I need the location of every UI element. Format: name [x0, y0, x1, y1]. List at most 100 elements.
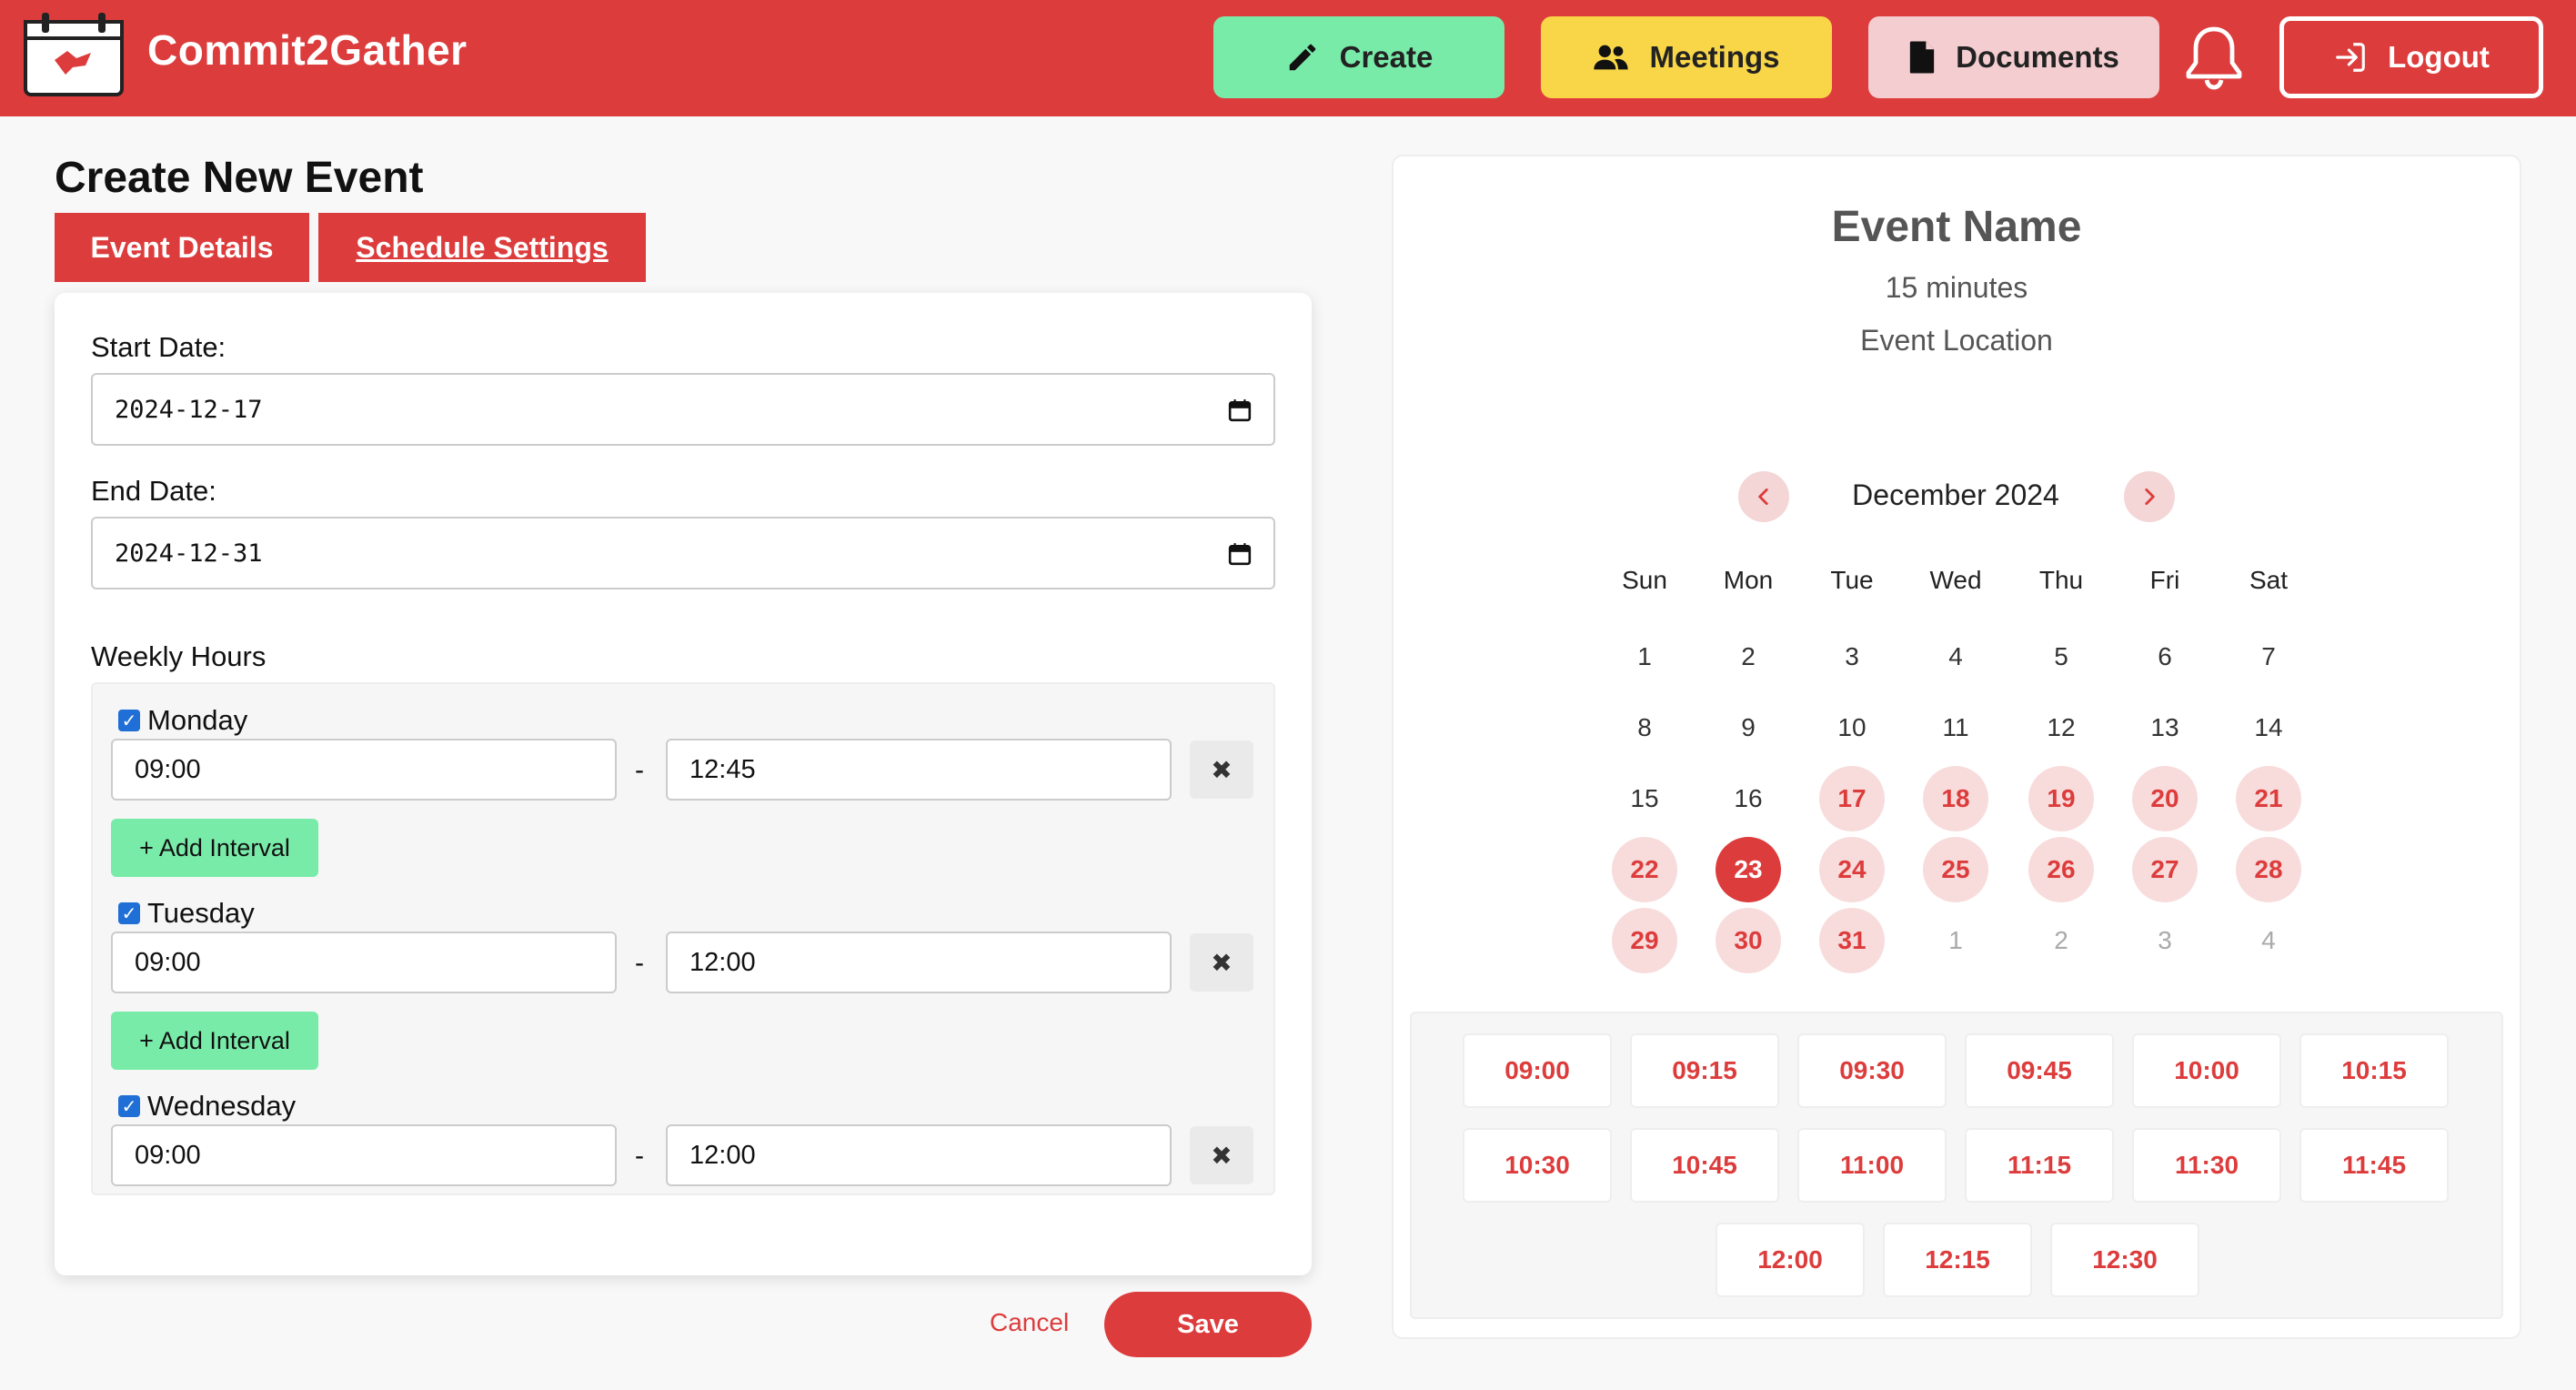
- calendar-day: 5: [2054, 642, 2068, 670]
- calendar-icon[interactable]: [1228, 398, 1252, 422]
- documents-label: Documents: [1956, 40, 2119, 74]
- calendar-day: 12: [2047, 713, 2076, 741]
- calendar-day[interactable]: 25: [1923, 837, 1988, 902]
- time-separator: -: [635, 948, 644, 978]
- calendar-day: 7: [2261, 642, 2276, 670]
- meetings-button[interactable]: Meetings: [1541, 16, 1832, 98]
- logout-button[interactable]: Logout: [2279, 16, 2543, 98]
- calendar-day[interactable]: 28: [2236, 837, 2301, 902]
- calendar-day[interactable]: 20: [2132, 766, 2198, 831]
- wednesday-to-input[interactable]: 12:00: [666, 1124, 1172, 1186]
- end-date-label: End Date:: [91, 475, 216, 507]
- time-slot-button[interactable]: 09:30: [1797, 1033, 1947, 1108]
- weekday-header: Fri: [2149, 566, 2180, 594]
- logout-label: Logout: [2388, 40, 2490, 74]
- time-slot-button[interactable]: 12:00: [1716, 1223, 1865, 1297]
- start-date-input[interactable]: 2024-12-17: [91, 373, 1275, 446]
- calendar-day: 13: [2150, 713, 2179, 741]
- cancel-button[interactable]: Cancel: [990, 1308, 1069, 1337]
- calendar-day: 10: [1837, 713, 1867, 741]
- calendar-day[interactable]: 21: [2236, 766, 2301, 831]
- chevron-left-icon: [1758, 489, 1768, 505]
- weekday-header: Sat: [2249, 566, 2289, 594]
- calendar-day[interactable]: 19: [2028, 766, 2094, 831]
- time-slot-button[interactable]: 09:45: [1965, 1033, 2114, 1108]
- users-icon: [1594, 45, 1629, 70]
- remove-interval-button[interactable]: ✖: [1190, 740, 1253, 799]
- remove-interval-button[interactable]: ✖: [1190, 1126, 1253, 1184]
- time-slot-button[interactable]: 10:15: [2299, 1033, 2449, 1108]
- page-title: Create New Event: [55, 154, 424, 202]
- add-interval-button[interactable]: + Add Interval: [111, 819, 318, 877]
- end-date-value: 2024-12-31: [115, 539, 263, 568]
- wednesday-checkbox[interactable]: ✓: [118, 1095, 140, 1117]
- time-slot-button[interactable]: 12:30: [2050, 1223, 2199, 1297]
- time-slot-button[interactable]: 12:15: [1883, 1223, 2032, 1297]
- document-icon: [1909, 41, 1935, 74]
- calendar-day: 14: [2254, 713, 2283, 741]
- app-name[interactable]: Commit2Gather: [147, 25, 468, 75]
- remove-interval-button[interactable]: ✖: [1190, 933, 1253, 992]
- monday-from-input[interactable]: 09:00: [111, 739, 617, 801]
- time-separator: -: [635, 755, 644, 785]
- tab-event-details[interactable]: Event Details: [55, 213, 309, 282]
- day-monday: ✓ Monday: [118, 704, 247, 737]
- pencil-icon: [1289, 44, 1315, 71]
- documents-button[interactable]: Documents: [1868, 16, 2159, 98]
- calendar-day: 4: [2261, 926, 2276, 954]
- create-button[interactable]: Create: [1213, 16, 1504, 98]
- calendar-day: 9: [1741, 713, 1756, 741]
- time-slot-button[interactable]: 10:30: [1463, 1128, 1612, 1203]
- time-slot-button[interactable]: 11:00: [1797, 1128, 1947, 1203]
- tuesday-from-input[interactable]: 09:00: [111, 932, 617, 993]
- calendar-day: 2: [1741, 642, 1756, 670]
- calendar-day: 15: [1630, 784, 1659, 812]
- time-slot-button[interactable]: 10:00: [2132, 1033, 2281, 1108]
- time-slot-button[interactable]: 11:30: [2132, 1128, 2281, 1203]
- time-slot-button[interactable]: 11:45: [2299, 1128, 2449, 1203]
- end-date-input[interactable]: 2024-12-31: [91, 517, 1275, 589]
- calendar-day[interactable]: 27: [2132, 837, 2198, 902]
- time-slot-button[interactable]: 11:15: [1965, 1128, 2114, 1203]
- logout-icon: [2336, 43, 2365, 72]
- time-slot-button[interactable]: 09:15: [1630, 1033, 1779, 1108]
- calendar-day[interactable]: 29: [1612, 908, 1677, 973]
- monday-checkbox[interactable]: ✓: [118, 710, 140, 731]
- calendar-day[interactable]: 31: [1819, 908, 1885, 973]
- start-date-value: 2024-12-17: [115, 395, 263, 424]
- monday-to-input[interactable]: 12:45: [666, 739, 1172, 801]
- calendar-day[interactable]: 22: [1612, 837, 1677, 902]
- start-date-label: Start Date:: [91, 331, 226, 363]
- tuesday-to-input[interactable]: 12:00: [666, 932, 1172, 993]
- weekday-header: Thu: [2038, 566, 2084, 594]
- add-interval-button[interactable]: + Add Interval: [111, 1012, 318, 1070]
- tuesday-checkbox[interactable]: ✓: [118, 902, 140, 924]
- calendar-day[interactable]: 18: [1923, 766, 1988, 831]
- time-slot-button[interactable]: 09:00: [1463, 1033, 1612, 1108]
- top-bar: Commit2Gather Create Meetings Documents: [0, 0, 2576, 116]
- day-tuesday: ✓ Tuesday: [118, 897, 255, 930]
- close-icon: ✖: [1211, 755, 1233, 784]
- save-button[interactable]: Save: [1104, 1292, 1312, 1357]
- time-separator: -: [635, 1141, 644, 1171]
- calendar-day[interactable]: 30: [1716, 908, 1781, 973]
- bell-icon[interactable]: [2183, 24, 2245, 93]
- day-label: Wednesday: [147, 1090, 297, 1122]
- weekday-header: Tue: [1830, 566, 1874, 594]
- day-label: Monday: [147, 704, 248, 736]
- calendar-day: 3: [2158, 926, 2172, 954]
- calendar-day-selected[interactable]: 23: [1716, 837, 1781, 902]
- calendar-logo-icon[interactable]: [20, 9, 127, 100]
- close-icon: ✖: [1211, 1141, 1233, 1170]
- calendar-day[interactable]: 24: [1819, 837, 1885, 902]
- wednesday-from-input[interactable]: 09:00: [111, 1124, 617, 1186]
- calendar-day[interactable]: 17: [1819, 766, 1885, 831]
- tab-schedule-settings[interactable]: Schedule Settings: [318, 213, 646, 282]
- calendar-day: 3: [1845, 642, 1859, 670]
- close-icon: ✖: [1211, 948, 1233, 977]
- calendar-day: 8: [1637, 713, 1652, 741]
- calendar-icon[interactable]: [1228, 542, 1252, 566]
- next-month-button[interactable]: [2124, 471, 2175, 522]
- time-slot-button[interactable]: 10:45: [1630, 1128, 1779, 1203]
- calendar-day[interactable]: 26: [2028, 837, 2094, 902]
